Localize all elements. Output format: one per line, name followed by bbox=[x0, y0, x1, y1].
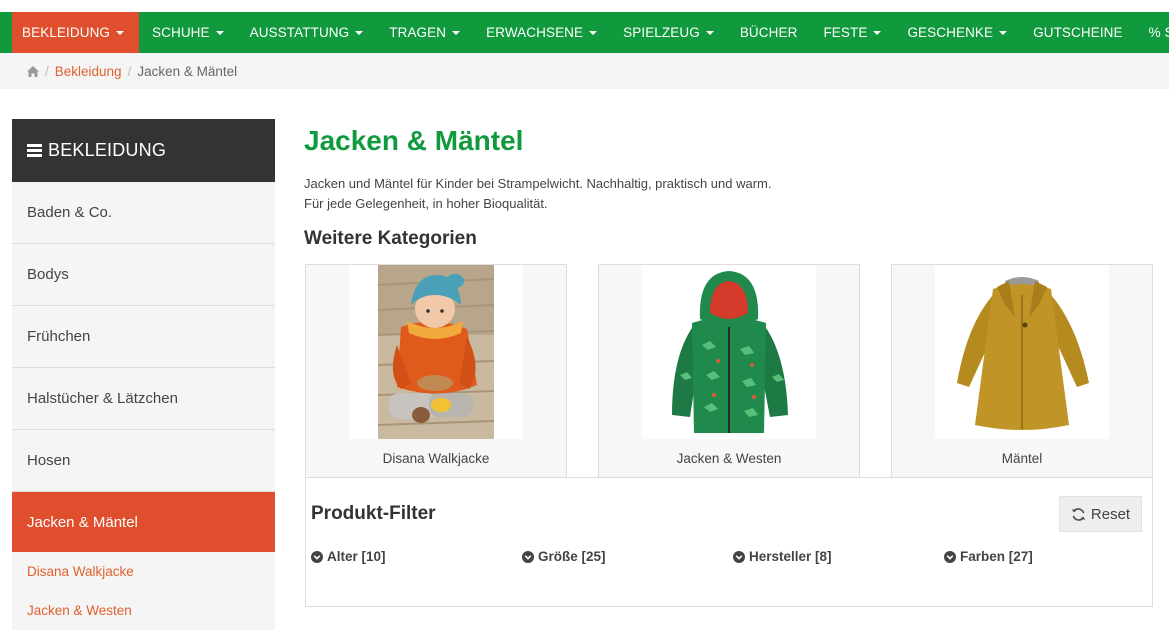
breadcrumb-current: Jacken & Mäntel bbox=[137, 63, 238, 79]
caret-down-icon bbox=[705, 30, 714, 35]
category-grid: Disana Walkjacke Jacken & Westen Mäntel bbox=[305, 264, 1153, 478]
sidebar-subitem-jacken-westen[interactable]: Jacken & Westen bbox=[12, 591, 275, 630]
sidebar-item-bodys[interactable]: Bodys bbox=[12, 244, 275, 306]
sidebar-item-baden[interactable]: Baden & Co. bbox=[12, 182, 275, 244]
category-card-jacken-westen[interactable]: Jacken & Westen bbox=[598, 264, 860, 478]
sidebar-item-halstuecher[interactable]: Halstücher & Lätzchen bbox=[12, 368, 275, 430]
nav-item-feste[interactable]: FESTE bbox=[810, 12, 894, 53]
home-icon[interactable] bbox=[27, 65, 39, 77]
nav-item-bekleidung[interactable]: BEKLEIDUNG bbox=[12, 12, 140, 53]
filter-option-label: Alter [10] bbox=[327, 549, 386, 564]
green-dino-hooded-jacket-photo[interactable] bbox=[642, 265, 816, 439]
nav-item-erwachsene[interactable]: ERWACHSENE bbox=[473, 12, 610, 53]
nav-item-sale[interactable]: % SALE % bbox=[1136, 12, 1169, 53]
nav-item-geschenke[interactable]: GESCHENKE bbox=[894, 12, 1020, 53]
menu-bars-icon bbox=[27, 144, 42, 157]
chevron-down-circle-icon bbox=[944, 550, 956, 563]
reset-button[interactable]: Reset bbox=[1059, 496, 1142, 532]
filter-option-groesse[interactable]: Größe [25] bbox=[522, 549, 606, 564]
intro-text: Jacken und Mäntel für Kinder bei Strampe… bbox=[304, 174, 1154, 214]
caret-down-icon bbox=[999, 30, 1008, 35]
nav-label: SPIELZEUG bbox=[623, 25, 700, 40]
page-title: Jacken & Mäntel bbox=[304, 125, 524, 156]
breadcrumb: / Bekleidung / Jacken & Mäntel bbox=[0, 53, 1169, 89]
filter-option-label: Größe [25] bbox=[538, 549, 606, 564]
filter-option-label: Farben [27] bbox=[960, 549, 1033, 564]
breadcrumb-separator: / bbox=[127, 63, 132, 79]
nav-label: FESTE bbox=[823, 25, 868, 40]
nav-item-tragen[interactable]: TRAGEN bbox=[376, 12, 473, 53]
filter-option-alter[interactable]: Alter [10] bbox=[311, 549, 386, 564]
category-card-disana-walkjacke[interactable]: Disana Walkjacke bbox=[305, 264, 567, 478]
nav-label: % SALE % bbox=[1148, 25, 1169, 40]
caret-down-icon bbox=[873, 30, 882, 35]
nav-label: ERWACHSENE bbox=[486, 25, 584, 40]
chevron-down-circle-icon bbox=[311, 550, 323, 563]
category-caption: Mäntel bbox=[1001, 451, 1043, 466]
product-filter: Produkt-Filter Reset Alter [10] Größe [2… bbox=[305, 477, 1153, 607]
intro-line: Für jede Gelegenheit, in hoher Bioqualit… bbox=[304, 196, 548, 211]
sidebar-item-fruehchen[interactable]: Frühchen bbox=[12, 306, 275, 368]
nav-label: GESCHENKE bbox=[907, 25, 994, 40]
nav-label: BEKLEIDUNG bbox=[22, 25, 111, 40]
category-card-maentel[interactable]: Mäntel bbox=[891, 264, 1153, 478]
filter-title: Produkt-Filter bbox=[311, 503, 436, 524]
nav-label: GUTSCHEINE bbox=[1033, 25, 1123, 40]
nav-label: SCHUHE bbox=[152, 25, 210, 40]
nav-label: AUSSTATTUNG bbox=[249, 25, 350, 40]
sidebar-header-label: BEKLEIDUNG bbox=[48, 140, 167, 160]
chevron-down-circle-icon bbox=[733, 550, 745, 563]
sidebar-item-jacken-maentel[interactable]: Jacken & Mäntel bbox=[12, 492, 275, 552]
nav-item-gutscheine[interactable]: GUTSCHEINE bbox=[1020, 12, 1136, 53]
nav-item-buecher[interactable]: BÜCHER bbox=[727, 12, 811, 53]
caret-down-icon bbox=[215, 30, 224, 35]
main-content: Jacken & Mäntel Jacken und Mäntel für Ki… bbox=[304, 119, 1154, 607]
caret-down-icon bbox=[355, 30, 364, 35]
categories-title: Weitere Kategorien bbox=[304, 228, 477, 249]
sidebar-subitem-disana-walkjacke[interactable]: Disana Walkjacke bbox=[12, 552, 275, 591]
nav-item-spielzeug[interactable]: SPIELZEUG bbox=[610, 12, 727, 53]
mustard-wool-coat-photo[interactable] bbox=[935, 265, 1109, 439]
intro-line: Jacken und Mäntel für Kinder bei Strampe… bbox=[304, 176, 772, 191]
sidebar-header[interactable]: BEKLEIDUNG bbox=[12, 119, 275, 182]
nav-label: TRAGEN bbox=[389, 25, 447, 40]
caret-down-icon bbox=[589, 30, 598, 35]
main-navigation: BEKLEIDUNG SCHUHE AUSSTATTUNG TRAGEN ERW… bbox=[0, 12, 1169, 53]
reset-label: Reset bbox=[1090, 505, 1131, 523]
nav-item-schuhe[interactable]: SCHUHE bbox=[139, 12, 237, 53]
category-sidebar: BEKLEIDUNG Baden & Co. Bodys Frühchen Ha… bbox=[12, 119, 275, 630]
filter-option-farben[interactable]: Farben [27] bbox=[944, 549, 1033, 564]
caret-down-icon bbox=[452, 30, 461, 35]
breadcrumb-separator: / bbox=[45, 63, 49, 79]
filter-option-label: Hersteller [8] bbox=[749, 549, 832, 564]
category-caption: Disana Walkjacke bbox=[382, 451, 490, 466]
child-orange-wool-jacket-photo[interactable] bbox=[349, 265, 523, 439]
nav-item-ausstattung[interactable]: AUSSTATTUNG bbox=[237, 12, 377, 53]
breadcrumb-link-bekleidung[interactable]: Bekleidung bbox=[55, 64, 122, 79]
filter-option-hersteller[interactable]: Hersteller [8] bbox=[733, 549, 832, 564]
caret-down-icon bbox=[116, 30, 125, 35]
sidebar-item-hosen[interactable]: Hosen bbox=[12, 430, 275, 492]
nav-label: BÜCHER bbox=[739, 25, 798, 40]
chevron-down-circle-icon bbox=[522, 550, 534, 563]
refresh-icon bbox=[1071, 507, 1085, 521]
category-caption: Jacken & Westen bbox=[676, 451, 782, 466]
